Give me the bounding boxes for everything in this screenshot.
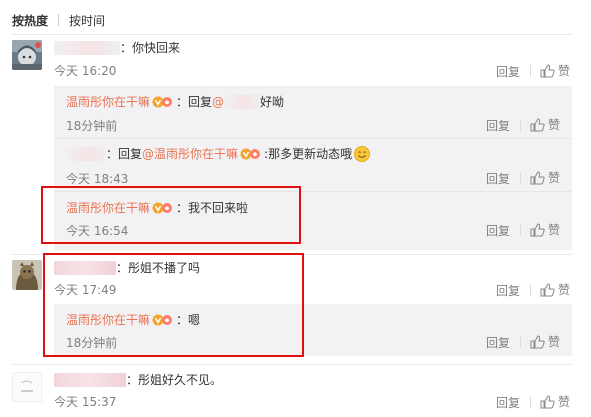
comment-text: ：你快回来 [120, 41, 181, 55]
highlight-box [43, 253, 304, 357]
like-button[interactable]: 赞 [530, 333, 560, 350]
like-label: 赞 [558, 283, 571, 297]
sort-by-hot[interactable]: 按热度 [12, 12, 48, 29]
like-button[interactable]: 赞 [540, 62, 570, 79]
highlight-box [41, 186, 301, 244]
username-masked[interactable] [54, 41, 120, 55]
reply-content: 温雨彤你在干嘛 ：回复 @ 好呦 [66, 94, 284, 110]
reply-text: 好呦 [260, 95, 285, 109]
like-button[interactable]: 赞 [540, 281, 570, 298]
reply-button[interactable]: 回复 [496, 282, 520, 299]
thumbs-up-icon [530, 117, 545, 131]
like-label: 赞 [548, 118, 561, 132]
reply-button[interactable]: 回复 [496, 63, 520, 80]
avatar[interactable] [12, 372, 42, 402]
divider [12, 364, 572, 365]
vip-badge-icon [152, 95, 174, 109]
reply-button[interactable]: 回复 [486, 222, 510, 239]
vip-badge-icon [240, 147, 262, 161]
mention-masked [224, 95, 261, 109]
action-divider [530, 284, 531, 296]
mention[interactable]: @温雨彤你在干嘛 [142, 146, 238, 162]
like-label: 赞 [548, 171, 561, 185]
thumbs-up-icon [530, 222, 545, 236]
reply-button[interactable]: 回复 [496, 394, 520, 411]
thumbs-up-icon [530, 170, 545, 184]
sort-bar: 按热度 按时间 [12, 10, 105, 30]
comment-content: ：彤姐好久不见。 [54, 372, 222, 388]
like-button[interactable]: 赞 [530, 169, 560, 186]
action-divider [520, 172, 521, 184]
action-divider [520, 224, 521, 236]
like-button[interactable]: 赞 [530, 116, 560, 133]
divider [12, 34, 572, 35]
thumbs-up-icon [540, 394, 555, 408]
comment-text: ：彤姐好久不见。 [126, 373, 223, 387]
username-masked[interactable] [54, 373, 126, 387]
comment-time: 今天 15:37 [54, 395, 117, 409]
like-button[interactable]: 赞 [540, 393, 570, 410]
sort-by-time[interactable]: 按时间 [69, 12, 105, 29]
thumbs-up-icon [540, 63, 555, 77]
like-button[interactable]: 赞 [530, 221, 560, 238]
reply-button[interactable]: 回复 [486, 117, 510, 134]
reply-prefix: ：回复 [106, 147, 143, 161]
avatar[interactable] [12, 40, 42, 70]
action-divider [520, 336, 521, 348]
mention[interactable]: @ [212, 94, 224, 110]
like-label: 赞 [548, 335, 561, 349]
action-divider [520, 119, 521, 131]
thumbs-up-icon [540, 282, 555, 296]
divider [54, 138, 572, 139]
reply-content: ：回复 @温雨彤你在干嘛 :那多更新动态哦 [66, 146, 371, 162]
reply-button[interactable]: 回复 [486, 334, 510, 351]
reply-time: 今天 18:43 [66, 172, 129, 186]
username-masked[interactable] [66, 147, 106, 161]
thumbs-up-icon [530, 334, 545, 348]
reply-button[interactable]: 回复 [486, 170, 510, 187]
action-divider [530, 65, 531, 77]
sort-divider [58, 14, 60, 26]
reply-time: 18分钟前 [66, 119, 118, 133]
like-label: 赞 [558, 395, 571, 409]
action-divider [530, 396, 531, 408]
reply-username[interactable]: 温雨彤你在干嘛 [66, 94, 150, 110]
comment-content: ：你快回来 [54, 40, 180, 56]
comment-time: 今天 16:20 [54, 64, 117, 78]
like-label: 赞 [558, 64, 571, 78]
smile-emoji-icon [354, 146, 371, 162]
reply-prefix: ：回复 [176, 95, 213, 109]
reply-text: :那多更新动态哦 [264, 147, 353, 161]
like-label: 赞 [548, 223, 561, 237]
avatar[interactable] [12, 260, 42, 290]
